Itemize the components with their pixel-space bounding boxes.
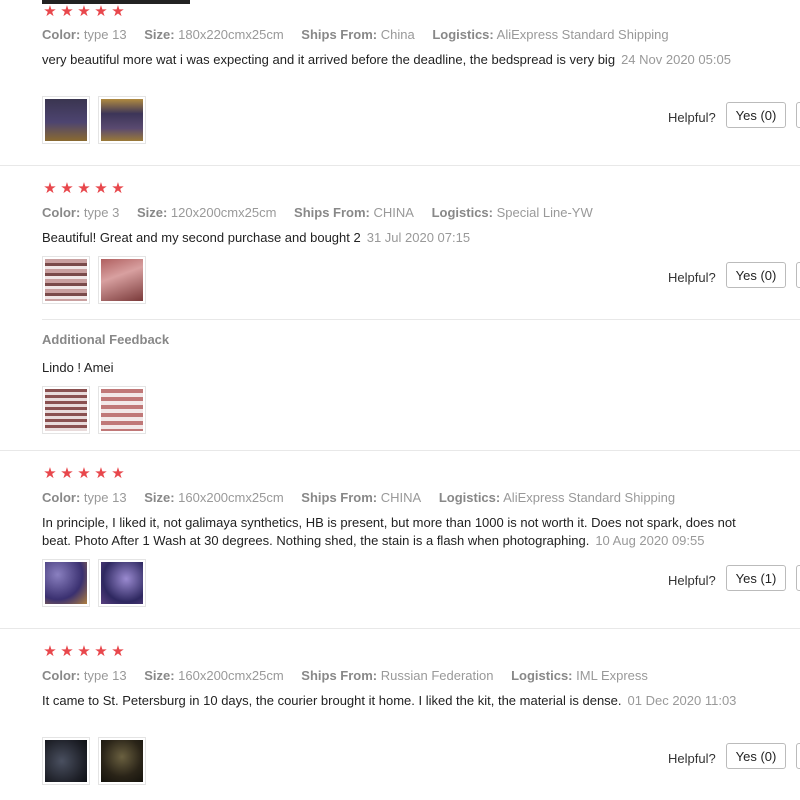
- star-icon: ★: [60, 465, 74, 482]
- star-icon: ★: [60, 180, 74, 197]
- star-icon: ★: [111, 465, 125, 482]
- star-icon: ★: [111, 643, 125, 660]
- additional-feedback-title: Additional Feedback: [42, 332, 170, 347]
- star-icon: ★: [77, 3, 91, 20]
- review-date: 10 Aug 2020 09:55: [595, 533, 705, 548]
- helpful-yes-button[interactable]: Yes (0): [726, 102, 786, 128]
- review-date: 01 Dec 2020 11:03: [627, 693, 737, 708]
- review-text: Beautiful! Great and my second purchase …: [42, 230, 471, 245]
- star-icon: ★: [94, 643, 108, 660]
- helpful-yes-button[interactable]: Yes (0): [726, 743, 786, 769]
- review-photo[interactable]: [42, 256, 90, 304]
- review-text: It came to St. Petersburg in 10 days, th…: [42, 693, 737, 708]
- helpful-no-button[interactable]: [796, 102, 800, 128]
- helpful-yes-button[interactable]: Yes (0): [726, 262, 786, 288]
- review-photo[interactable]: [98, 386, 146, 434]
- review-text: In principle, I liked it, not galimaya s…: [42, 515, 736, 548]
- review-photo[interactable]: [98, 96, 146, 144]
- review-meta: Color: type 13 Size: 180x220cmx25cm Ship…: [42, 27, 669, 42]
- star-icon: ★: [77, 643, 91, 660]
- star-rating: ★ ★ ★ ★ ★: [42, 181, 126, 196]
- star-rating: ★ ★ ★ ★ ★: [42, 466, 126, 481]
- review-photo[interactable]: [42, 737, 90, 785]
- star-rating: ★ ★ ★ ★ ★: [42, 4, 126, 19]
- review-photo[interactable]: [98, 256, 146, 304]
- star-icon: ★: [43, 180, 57, 197]
- review-photo[interactable]: [98, 559, 146, 607]
- star-icon: ★: [43, 643, 57, 660]
- divider: [42, 319, 800, 320]
- helpful-no-button[interactable]: [796, 565, 800, 591]
- helpful-no-button[interactable]: [796, 743, 800, 769]
- divider: [0, 165, 800, 166]
- helpful-no-button[interactable]: [796, 262, 800, 288]
- review-date: 31 Jul 2020 07:15: [366, 230, 471, 245]
- star-icon: ★: [43, 3, 57, 20]
- review-meta: Color: type 13 Size: 160x200cmx25cm Ship…: [42, 490, 676, 505]
- star-icon: ★: [60, 643, 74, 660]
- review-photo[interactable]: [42, 386, 90, 434]
- star-icon: ★: [60, 3, 74, 20]
- divider: [0, 450, 800, 451]
- star-icon: ★: [77, 465, 91, 482]
- review-meta: Color: type 3 Size: 120x200cmx25cm Ships…: [42, 205, 593, 220]
- review-meta: Color: type 13 Size: 160x200cmx25cm Ship…: [42, 668, 648, 683]
- helpful-label: Helpful?: [668, 573, 716, 588]
- helpful-label: Helpful?: [668, 751, 716, 766]
- star-icon: ★: [94, 180, 108, 197]
- review-text: very beautiful more wat i was expecting …: [42, 52, 731, 67]
- star-icon: ★: [43, 465, 57, 482]
- helpful-label: Helpful?: [668, 270, 716, 285]
- review-photo[interactable]: [98, 737, 146, 785]
- star-icon: ★: [94, 465, 108, 482]
- review-photo[interactable]: [42, 96, 90, 144]
- helpful-label: Helpful?: [668, 110, 716, 125]
- review-date: 24 Nov 2020 05:05: [621, 52, 731, 67]
- star-icon: ★: [111, 3, 125, 20]
- review-photo[interactable]: [42, 559, 90, 607]
- star-rating: ★ ★ ★ ★ ★: [42, 644, 126, 659]
- star-icon: ★: [77, 180, 91, 197]
- star-icon: ★: [94, 3, 108, 20]
- helpful-yes-button[interactable]: Yes (1): [726, 565, 786, 591]
- divider: [0, 628, 800, 629]
- star-icon: ★: [111, 180, 125, 197]
- additional-feedback-text: Lindo ! Amei: [42, 360, 114, 375]
